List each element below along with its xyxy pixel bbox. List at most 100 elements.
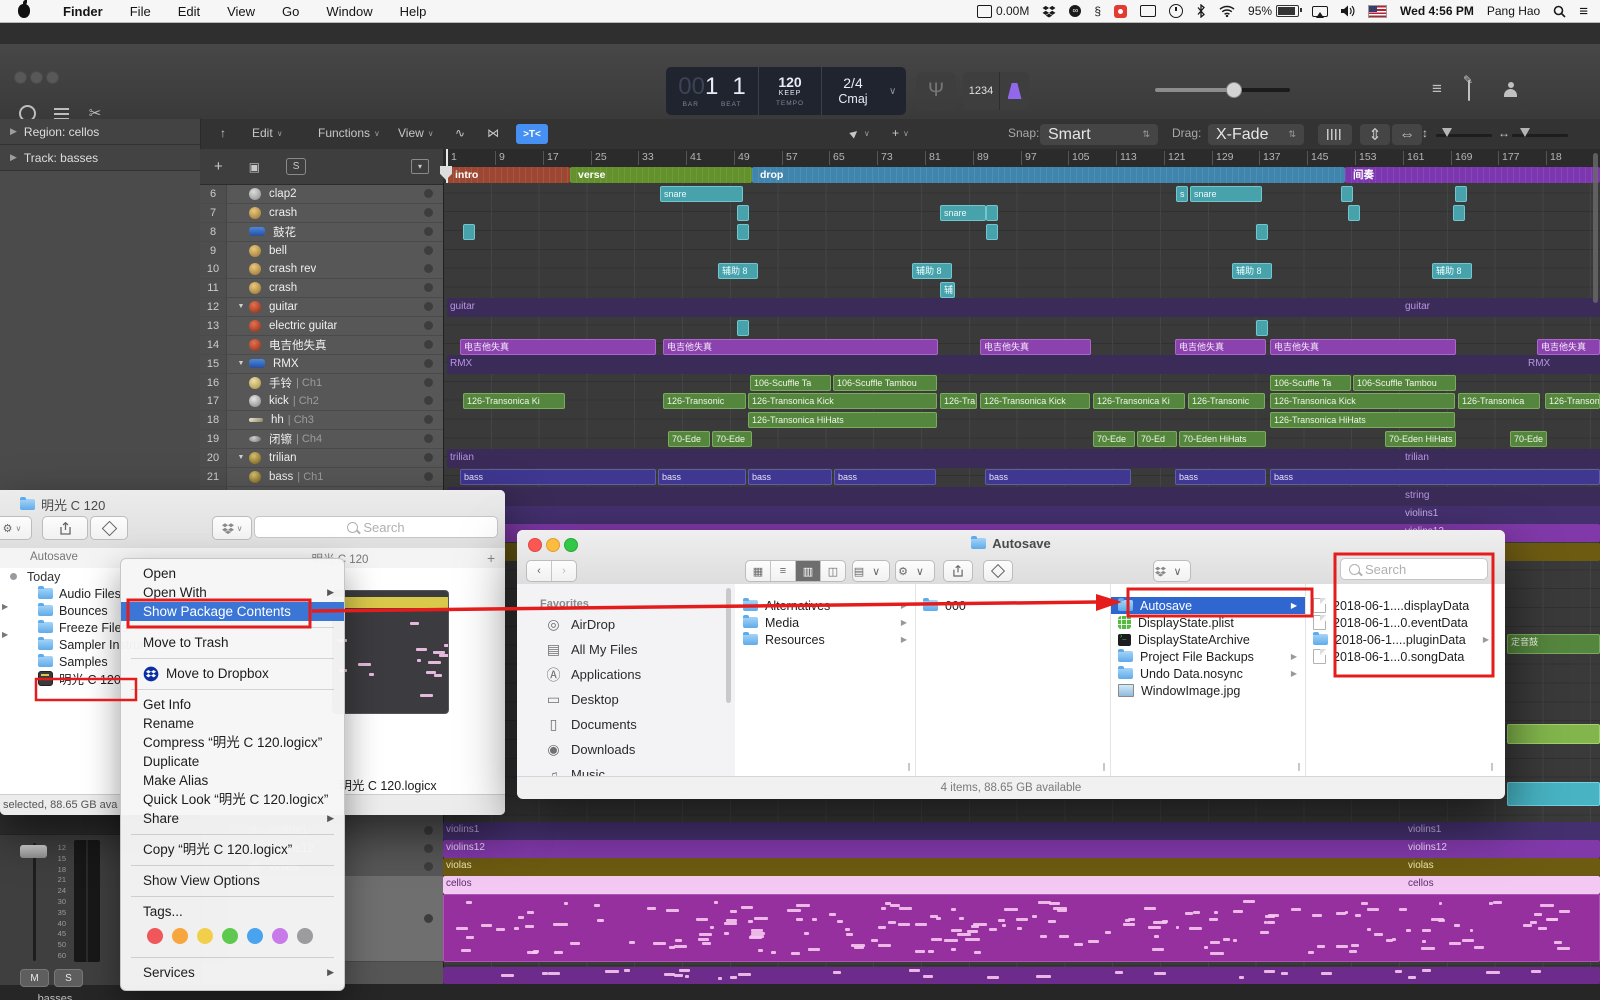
region[interactable]: 126-Transonica Ki [1093, 393, 1185, 409]
vertical-auto-zoom-button[interactable]: ⇕ [1360, 124, 1390, 145]
count-in-button[interactable]: 1234 [963, 72, 1000, 110]
action-gear-button[interactable]: ⚙∨ [0, 516, 32, 540]
drag-up-icon[interactable]: ↑ [220, 126, 226, 140]
arrangement-marker[interactable]: intro [447, 167, 570, 183]
menu-item[interactable]: Quick Look “明光 C 120.logicx” [121, 790, 344, 809]
region[interactable] [737, 205, 749, 221]
sidebar-item[interactable]: Music [517, 762, 735, 776]
region[interactable]: RMX RMX [447, 355, 1600, 374]
region[interactable]: violins1 violins1 [447, 506, 1600, 524]
track-row[interactable]: 12 ▼ guitar [200, 298, 443, 317]
region[interactable]: 126-Transonica [1458, 393, 1540, 409]
disclosure-triangle-icon[interactable]: ▼ [233, 454, 249, 461]
mute-dot-icon[interactable] [424, 434, 433, 443]
track-row[interactable]: 19 闭镲 | Ch4 [200, 430, 443, 449]
crossfade-icon[interactable]: ⋈ [487, 126, 499, 140]
add-column-button[interactable]: + [487, 550, 495, 566]
mute-dot-icon[interactable] [424, 862, 433, 871]
catch-playhead-button[interactable]: >T< [516, 124, 548, 144]
region[interactable] [737, 224, 749, 240]
region[interactable]: s [1176, 186, 1188, 202]
view-menu[interactable]: View∨ [398, 126, 434, 140]
region[interactable]: 126-Tra [940, 393, 977, 409]
mute-dot-icon[interactable] [424, 227, 433, 236]
hzoom-slider-thumb[interactable] [1520, 128, 1530, 137]
list-item[interactable]: 2018-06-1....displayData [1305, 597, 1497, 614]
recording-status-icon[interactable] [1114, 5, 1127, 18]
region[interactable]: 126-Transonica [1545, 393, 1600, 409]
mute-dot-icon[interactable] [424, 826, 433, 835]
tag-color-icon[interactable] [147, 928, 163, 944]
column-resize-handle[interactable]: ∥ [1102, 762, 1106, 771]
region[interactable] [737, 320, 749, 336]
list-item[interactable]: 000 [915, 597, 1110, 614]
menu-item[interactable]: Finder [63, 4, 103, 19]
menu-bar-clock[interactable]: Wed 4:56 PM [1400, 4, 1474, 18]
tag-color-icon[interactable] [197, 928, 213, 944]
notepad-icon[interactable] [1468, 81, 1470, 101]
mute-dot-icon[interactable] [424, 208, 433, 217]
list-item[interactable]: Media ▶ [735, 614, 915, 631]
chevron-down-icon[interactable]: ∨ [884, 67, 901, 115]
dropbox-menu-button[interactable]: ∨ [212, 516, 252, 540]
region[interactable]: 126-Transonica Kick [1270, 393, 1455, 409]
arrange-button[interactable]: ▤ ∨ [853, 561, 889, 581]
mute-dot-icon[interactable] [424, 340, 433, 349]
region[interactable] [1455, 186, 1467, 202]
region[interactable]: 126-Transonica HiHats [1270, 412, 1455, 428]
region[interactable]: 辅助 8 [912, 263, 952, 279]
region[interactable]: bass [460, 469, 656, 485]
mute-dot-icon[interactable] [424, 359, 433, 368]
track-inspector-header[interactable]: ▶Track: basses [0, 145, 200, 171]
list-editors-icon[interactable]: ≡ [1432, 79, 1442, 99]
region[interactable]: 辅助 8 [1232, 263, 1272, 279]
track-row[interactable]: 20 ▼ trilian [200, 449, 443, 468]
list-item[interactable]: Autosave ▶ [1110, 597, 1305, 614]
menu-item[interactable]: Duplicate [121, 752, 344, 771]
arrangement-marker[interactable]: drop [752, 167, 1345, 183]
dropbox-menu-button[interactable]: ∨ [1154, 561, 1190, 581]
apple-icon[interactable] [18, 4, 30, 18]
mute-dot-icon[interactable] [424, 283, 433, 292]
region[interactable]: trilian trilian [447, 449, 1600, 468]
region-inspector-header[interactable]: ▶Region: cellos [0, 119, 200, 145]
menu-item[interactable]: Edit [178, 4, 200, 19]
tag-color-icon[interactable] [297, 928, 313, 944]
notification-center-icon[interactable]: ≡ [1579, 3, 1588, 20]
tag-button[interactable] [90, 516, 128, 540]
menu-item[interactable]: Go [282, 4, 299, 19]
volume-icon[interactable] [1341, 5, 1355, 17]
track-row[interactable]: 21 bass | Ch1 [200, 468, 443, 487]
slider-knob[interactable] [1226, 82, 1242, 98]
region[interactable]: bass [1270, 469, 1600, 485]
menu-item[interactable]: View [227, 4, 255, 19]
functions-menu[interactable]: Functions∨ [318, 126, 380, 140]
track-row[interactable]: 9 bell [200, 242, 443, 261]
section-status-icon[interactable]: § [1094, 4, 1101, 18]
region[interactable]: 电吉他失真 [1537, 339, 1600, 355]
mute-dot-icon[interactable] [424, 844, 433, 853]
region[interactable]: 106-Scuffle Tambou [833, 375, 937, 391]
region[interactable]: 电吉他失真 [460, 339, 656, 355]
scroll-arrow-icon[interactable]: ▶ [2, 630, 8, 639]
region[interactable]: 辅 [940, 282, 955, 298]
list-view-button[interactable]: ≡ [771, 561, 796, 581]
menu-item[interactable]: Share▶ [121, 809, 344, 828]
region[interactable]: 70-Ede [712, 431, 752, 447]
region[interactable]: snare [940, 205, 986, 221]
region[interactable]: 126-Transonic [1188, 393, 1265, 409]
sidebar-item[interactable]: All My Files [517, 637, 735, 662]
disclosure-triangle-icon[interactable]: ▼ [233, 360, 249, 367]
waveform-zoom-button[interactable] [1318, 124, 1352, 145]
secondary-tool[interactable]: +∨ [892, 126, 909, 140]
mute-dot-icon[interactable] [424, 415, 433, 424]
tag-color-icon[interactable] [272, 928, 288, 944]
region[interactable]: bass [658, 469, 746, 485]
track-row[interactable]: 13 electric guitar [200, 317, 443, 336]
list-item[interactable]: Project File Backups ▶ [1110, 648, 1305, 665]
region[interactable]: 106-Scuffle Ta [1270, 375, 1351, 391]
track-row[interactable]: 7 crash [200, 204, 443, 223]
track-row[interactable]: 16 手铃 | Ch1 [200, 374, 443, 393]
tag-button[interactable] [984, 561, 1012, 581]
mute-dot-icon[interactable] [424, 396, 433, 405]
